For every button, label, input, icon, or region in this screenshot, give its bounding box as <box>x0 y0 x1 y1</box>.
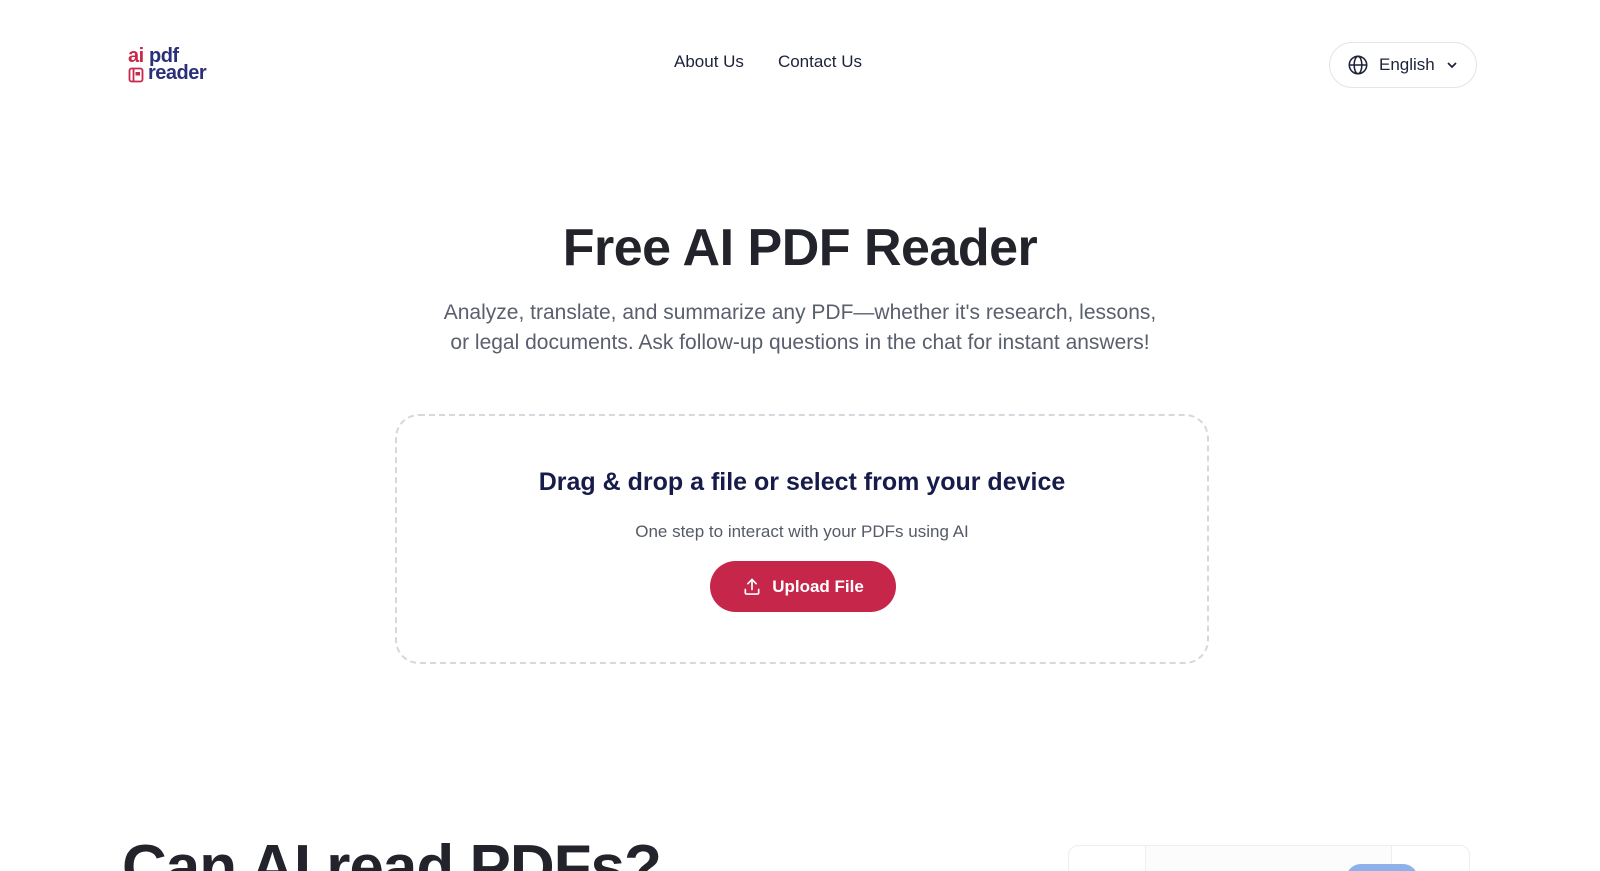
file-dropzone[interactable]: Drag & drop a file or select from your d… <box>395 414 1209 664</box>
site-header: ai pdf reader About Us Contact Us Englis… <box>0 0 1600 128</box>
section-title: Can AI read PDFs? <box>122 833 662 871</box>
dropzone-subtitle: One step to interact with your PDFs usin… <box>635 522 969 541</box>
logo-reader-text: reader <box>148 62 207 84</box>
hero-subtitle: Analyze, translate, and summarize any PD… <box>443 301 1157 354</box>
hero-title: Free AI PDF Reader <box>562 219 1038 277</box>
globe-icon <box>1348 55 1368 75</box>
dropzone-title: Drag & drop a file or select from your d… <box>538 468 1066 496</box>
nav-link-about-us[interactable]: About Us <box>674 52 744 72</box>
chevron-down-icon <box>1447 62 1457 69</box>
book-icon <box>128 67 144 83</box>
logo[interactable]: ai pdf reader <box>128 46 218 84</box>
upload-file-button[interactable]: Upload File <box>710 561 896 612</box>
preview-illustration <box>1068 845 1470 871</box>
upload-button-label: Upload File <box>772 576 864 596</box>
language-selector[interactable]: English <box>1329 42 1477 88</box>
language-label: English <box>1379 55 1435 74</box>
logo-ai-text: ai <box>128 45 144 67</box>
main-nav: About Us Contact Us <box>674 52 862 72</box>
page: ai pdf reader About Us Contact Us Englis… <box>0 0 1600 871</box>
preview-illustration-panel <box>1145 846 1418 871</box>
upload-icon <box>744 578 760 595</box>
preview-illustration-shape <box>1346 864 1418 871</box>
nav-link-contact-us[interactable]: Contact Us <box>778 52 862 72</box>
